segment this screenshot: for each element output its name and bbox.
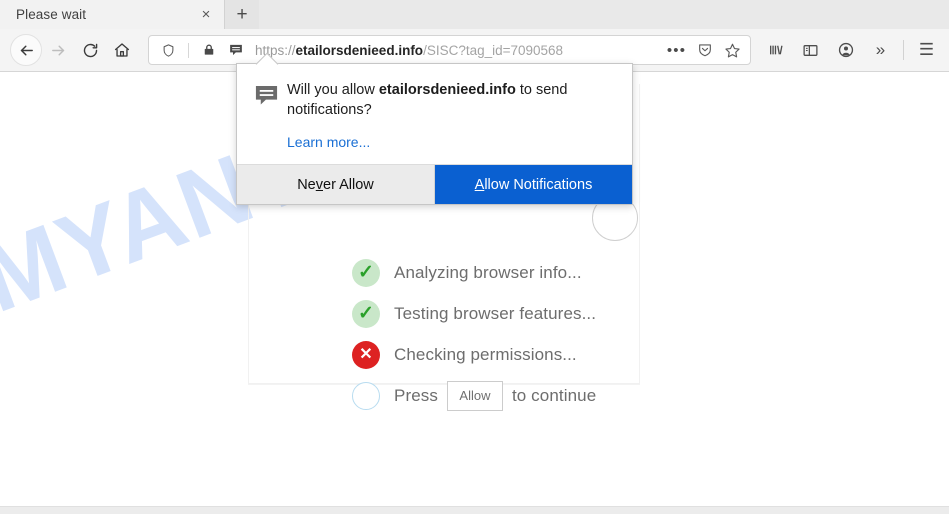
scan-checklist: ✓ Analyzing browser info... ✓ Testing br… [352, 255, 596, 413]
arrow-left-icon [20, 45, 33, 55]
allow-notifications-button[interactable]: Allow Notifications [435, 165, 632, 204]
overflow-chevrons-icon[interactable]: » [864, 34, 897, 66]
check-icon: ✓ [352, 258, 380, 287]
padlock-icon[interactable] [196, 38, 221, 63]
browser-window: Please wait × + https://etailorsdenieed.… [0, 0, 949, 514]
identity-separator [188, 42, 189, 58]
permission-question: Will you allow etailorsdenieed.info to s… [287, 80, 617, 120]
checklist-item-label: Checking permissions... [394, 344, 577, 364]
checklist-item: ✓ Testing browser features... [352, 296, 596, 331]
reload-icon [83, 43, 97, 57]
new-tab-button[interactable]: + [224, 0, 259, 29]
pocket-icon[interactable] [692, 38, 717, 63]
url-text[interactable]: https://etailorsdenieed.info/SISC?tag_id… [255, 43, 664, 58]
address-bar[interactable]: https://etailorsdenieed.info/SISC?tag_id… [148, 35, 751, 65]
notification-bubble-icon [253, 80, 287, 152]
arrow-right-icon [51, 45, 64, 55]
page-actions-icon[interactable]: ••• [664, 38, 689, 63]
url-host: etailorsdenieed.info [295, 42, 424, 58]
sidebar-icon[interactable] [794, 34, 827, 66]
question-prefix: Will you allow [287, 82, 379, 98]
back-button[interactable] [10, 34, 42, 66]
checklist-item-press-allow: Press Allow to continue [352, 378, 596, 413]
notification-permission-popup: Will you allow etailorsdenieed.info to s… [236, 52, 633, 205]
address-bar-actions: ••• [664, 38, 745, 63]
never-allow-post: er Allow [323, 176, 374, 193]
pending-circle-icon [352, 381, 380, 410]
shield-icon[interactable] [156, 38, 181, 63]
to-continue-label: to continue [511, 385, 597, 405]
account-icon[interactable] [829, 34, 862, 66]
star-icon[interactable] [720, 38, 745, 63]
popup-body: Will you allow etailorsdenieed.info to s… [237, 64, 632, 164]
checklist-item-label: Testing browser features... [394, 303, 597, 323]
identity-box [156, 38, 248, 63]
url-scheme: https:// [255, 42, 296, 58]
never-allow-mnemonic: v [315, 176, 323, 193]
home-button[interactable] [106, 34, 138, 66]
allow-mnemonic: A [474, 176, 485, 193]
allow-post: llow Notifications [484, 176, 593, 193]
error-cross-icon: ✕ [352, 340, 380, 369]
never-allow-pre: Ne [297, 176, 316, 193]
url-path: /SISC?tag_id=7090568 [423, 42, 564, 58]
learn-more-link[interactable]: Learn more... [287, 134, 370, 150]
toolbar-separator [903, 40, 904, 60]
tab-title: Please wait [16, 7, 87, 22]
inline-allow-button[interactable]: Allow [446, 380, 503, 411]
close-icon[interactable]: × [196, 5, 216, 25]
popup-text-block: Will you allow etailorsdenieed.info to s… [287, 80, 617, 152]
checklist-item-label: Analyzing browser info... [394, 262, 582, 282]
browser-tab-please-wait[interactable]: Please wait × [0, 0, 224, 29]
checklist-item: ✓ Analyzing browser info... [352, 255, 596, 290]
press-label: Press [394, 385, 438, 405]
tab-strip-empty-area [259, 0, 949, 29]
never-allow-button[interactable]: Ne v er Allow [237, 165, 435, 204]
check-icon: ✓ [352, 299, 380, 328]
notification-permission-icon[interactable] [223, 38, 248, 63]
library-icon[interactable] [759, 34, 792, 66]
browser-toolbar-right: » ☰ [759, 34, 943, 66]
checklist-item: ✕ Checking permissions... [352, 337, 596, 372]
hamburger-menu-icon[interactable]: ☰ [910, 34, 943, 66]
reload-button[interactable] [74, 34, 106, 66]
home-icon [114, 43, 130, 57]
forward-button[interactable] [42, 34, 74, 66]
status-strip [0, 506, 949, 514]
question-domain: etailorsdenieed.info [378, 82, 516, 98]
popup-actions: Ne v er Allow Allow Notifications [237, 164, 632, 204]
tab-strip: Please wait × + [0, 0, 949, 29]
